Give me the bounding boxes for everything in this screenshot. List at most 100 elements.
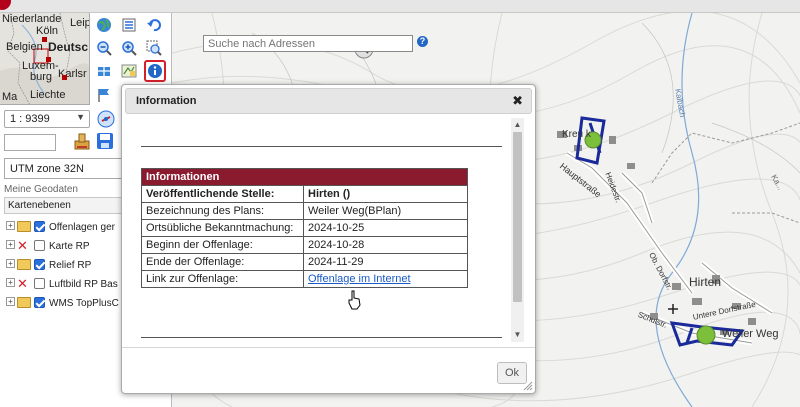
expand-icon[interactable]: + xyxy=(6,278,15,287)
pan-map-icon xyxy=(121,64,137,78)
scroll-up-icon[interactable]: ▲ xyxy=(513,120,522,129)
layer-label: WMS TopPlusC xyxy=(49,298,119,309)
offenlage-link[interactable]: Offenlage im Internet xyxy=(308,273,411,285)
expand-icon[interactable]: + xyxy=(6,259,15,268)
back-arrow-icon xyxy=(147,19,161,32)
tab-label: Kartenebenen xyxy=(8,200,71,211)
layer-label: Relief RP xyxy=(49,260,92,271)
row-value: 2024-10-25 xyxy=(303,219,468,237)
city-marker xyxy=(46,57,51,62)
zoom-box-icon xyxy=(146,40,162,56)
table-row: Link zur Offenlage: Offenlage im Interne… xyxy=(141,270,468,288)
row-key: Ende der Offenlage: xyxy=(141,253,304,271)
pan-map-button[interactable] xyxy=(119,61,139,81)
zoom-out-button[interactable] xyxy=(94,38,114,58)
folder-icon xyxy=(17,259,31,270)
scroll-down-icon[interactable]: ▼ xyxy=(513,330,522,339)
map-label: Kreu k xyxy=(562,129,591,140)
search-input[interactable] xyxy=(203,35,413,52)
dialog-titlebar[interactable]: Information ✖ xyxy=(125,88,532,114)
scroll-thumb[interactable] xyxy=(513,132,522,302)
dialog-footer: Ok xyxy=(122,347,535,393)
resize-grip-icon[interactable] xyxy=(523,381,533,391)
expand-icon[interactable]: + xyxy=(6,221,15,230)
expand-icon[interactable]: + xyxy=(6,240,15,249)
layer-checkbox[interactable] xyxy=(34,259,45,270)
help-icon[interactable]: ? xyxy=(417,36,428,47)
globe-button[interactable] xyxy=(94,15,114,35)
row-value: Offenlage im Internet xyxy=(303,270,468,288)
expand-icon[interactable]: + xyxy=(6,297,15,306)
folder-icon xyxy=(17,221,31,232)
layer-list-icon xyxy=(122,18,136,32)
information-dialog: Information ✖ Informationen Veröffentlic… xyxy=(121,84,536,394)
pin-button[interactable] xyxy=(96,109,116,129)
layer-label: Karte RP xyxy=(49,241,90,252)
flag-icon xyxy=(98,89,109,102)
layer-checkbox[interactable] xyxy=(34,278,45,289)
layer-label: Offenlagen ger xyxy=(49,222,115,233)
pan-button[interactable] xyxy=(94,61,114,81)
zoom-out-icon xyxy=(97,41,112,56)
map-label: Weiler Weg xyxy=(722,328,779,340)
scale-value: 1 : 9399 xyxy=(10,113,50,125)
pan-icon xyxy=(97,64,111,78)
info-table: Informationen Veröffentlichende Stelle: … xyxy=(141,168,468,288)
unavailable-icon: ✕ xyxy=(17,238,28,253)
overview-label: Niederlande xyxy=(2,13,62,25)
dialog-title: Information xyxy=(136,95,197,107)
layer-list-button[interactable] xyxy=(119,15,139,35)
dialog-scrollbar[interactable]: ▲ ▼ xyxy=(511,118,524,342)
layer-checkbox[interactable] xyxy=(34,297,45,308)
table-row: Beginn der Offenlage: 2024-10-28 xyxy=(141,236,468,254)
save-button[interactable] xyxy=(96,132,116,152)
coordinate-input[interactable] xyxy=(4,134,56,151)
back-button[interactable] xyxy=(144,15,164,35)
table-row: Ortsübliche Bekanntmachung: 2024-10-25 xyxy=(141,219,468,237)
unavailable-icon: ✕ xyxy=(17,276,28,291)
overview-label: Deutsc xyxy=(48,40,89,54)
overview-label: Köln xyxy=(36,25,59,37)
map-pin-icon xyxy=(97,110,115,128)
flag-button[interactable] xyxy=(94,85,114,105)
overview-label: Ma xyxy=(2,91,18,103)
stamp-button[interactable] xyxy=(72,132,92,152)
row-value: Hirten () xyxy=(303,185,468,203)
table-row: Veröffentlichende Stelle: Hirten () xyxy=(141,185,468,203)
table-row: Ende der Offenlage: 2024-11-29 xyxy=(141,253,468,271)
hand-cursor-icon xyxy=(348,290,361,310)
city-marker xyxy=(62,75,67,80)
overview-label: burg xyxy=(30,71,53,83)
overview-label: Leipz xyxy=(70,17,89,29)
app-logo xyxy=(0,0,11,10)
row-key: Ortsübliche Bekanntmachung: xyxy=(141,219,304,237)
overview-map[interactable]: Niederlande Leipz Köln Belgien Deutsc Lu… xyxy=(0,13,90,105)
row-value: Weiler Weg(BPlan) xyxy=(303,202,468,220)
zoom-in-button[interactable] xyxy=(119,38,139,58)
layer-checkbox[interactable] xyxy=(34,221,45,232)
zoom-box-button[interactable] xyxy=(144,38,164,58)
layer-label: Luftbild RP Bas xyxy=(49,279,118,290)
table-row: Bezeichnung des Plans: Weiler Weg(BPlan) xyxy=(141,202,468,220)
info-icon xyxy=(148,64,162,78)
layer-checkbox[interactable] xyxy=(34,240,45,251)
table-header-row: Informationen xyxy=(141,168,468,186)
zoom-in-icon xyxy=(122,41,137,56)
chevron-down-icon: ▼ xyxy=(76,112,85,122)
top-bar xyxy=(0,0,800,13)
overview-label: Liechte xyxy=(30,89,66,101)
scale-select[interactable]: 1 : 9399 ▼ xyxy=(4,110,90,128)
city-marker xyxy=(42,37,47,42)
overview-label: Belgien xyxy=(6,41,43,53)
save-icon xyxy=(97,133,113,149)
close-icon[interactable]: ✖ xyxy=(512,94,523,107)
stamp-icon xyxy=(74,133,90,150)
dialog-content: Informationen Veröffentlichende Stelle: … xyxy=(127,118,524,342)
globe-icon xyxy=(97,18,111,32)
row-value: 2024-10-28 xyxy=(303,236,468,254)
map-label: Hirten xyxy=(689,275,722,289)
row-value: 2024-11-29 xyxy=(303,253,468,271)
folder-icon xyxy=(17,297,31,308)
table-header: Informationen xyxy=(141,168,468,186)
info-button[interactable] xyxy=(144,60,166,82)
